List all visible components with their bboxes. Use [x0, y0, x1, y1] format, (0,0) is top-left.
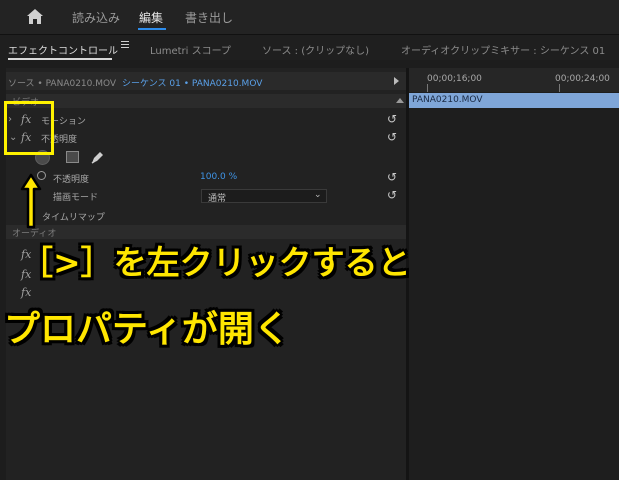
up-arrow-icon: [20, 173, 42, 229]
home-icon[interactable]: [26, 8, 44, 25]
ruler-tick: [559, 84, 560, 92]
annotation-line-1: ［>］を左クリックすると: [20, 243, 411, 282]
collapse-up-icon[interactable]: [396, 98, 404, 103]
reset-icon[interactable]: ↺: [387, 170, 397, 184]
tab-lumetri-scopes[interactable]: Lumetri スコープ: [150, 42, 231, 57]
opacity-value[interactable]: 100.0 %: [200, 172, 237, 182]
timecode-label: 00;00;24;00: [555, 74, 610, 84]
effect-row-motion: › fx モーション ↺: [6, 111, 406, 129]
property-label-opacity: 不透明度: [53, 175, 90, 185]
source-clip-label[interactable]: ソース • PANA0210.MOV: [8, 76, 116, 89]
blend-mode-select[interactable]: 通常 ⌄: [201, 189, 327, 204]
sequence-clip-label[interactable]: シーケンス 01 • PANA0210.MOV: [122, 76, 262, 89]
highlight-box: [4, 101, 54, 155]
chevron-down-icon: ⌄: [314, 190, 322, 200]
workspace-bar: 読み込み 編集 書き出し: [0, 0, 619, 34]
property-label-blend-mode: 描画モード: [53, 193, 99, 203]
property-row-opacity: 不透明度 100.0 % ↺: [6, 169, 406, 187]
reset-icon[interactable]: ↺: [387, 112, 397, 126]
effect-row-time-remap: タイムリマップ: [6, 207, 406, 225]
annotation-line-2: プロパティが開く: [4, 309, 290, 350]
tab-effect-controls[interactable]: エフェクトコントロール: [8, 42, 118, 57]
clip-selector-bar: ソース • PANA0210.MOV シーケンス 01 • PANA0210.M…: [6, 72, 406, 90]
workspace-tab-import[interactable]: 読み込み: [72, 9, 120, 26]
blend-mode-value: 通常: [208, 194, 227, 204]
active-workspace-indicator: [138, 28, 166, 30]
video-section-header: ビデオ: [6, 94, 406, 108]
ruler-tick: [427, 84, 428, 92]
effect-label-time-remap: タイムリマップ: [42, 213, 105, 223]
effect-row-opacity: ⌄ fx 不透明度 ↺: [6, 129, 406, 147]
timeline-clip[interactable]: PANA0210.MOV: [409, 93, 619, 108]
timecode-label: 00;00;16;00: [427, 74, 482, 84]
panel-tab-row: エフェクトコントロール Lumetri スコープ ソース : (クリップなし) …: [0, 34, 619, 60]
active-tab-indicator: [8, 58, 112, 60]
reset-icon[interactable]: ↺: [387, 188, 397, 202]
reset-icon[interactable]: ↺: [387, 130, 397, 144]
workspace-tab-edit[interactable]: 編集: [139, 9, 163, 26]
clip-label: PANA0210.MOV: [412, 95, 483, 105]
tab-source-monitor[interactable]: ソース : (クリップなし): [262, 42, 369, 57]
effect-controls-timeline: 00;00;16;00 00;00;24;00 PANA0210.MOV: [409, 68, 619, 480]
time-ruler[interactable]: 00;00;16;00 00;00;24;00: [409, 68, 619, 92]
tab-audio-clip-mixer[interactable]: オーディオクリップミキサー : シーケンス 01: [401, 42, 605, 57]
play-arrow-icon[interactable]: [394, 77, 399, 85]
fx-icon[interactable]: fx: [21, 286, 31, 299]
workspace-tab-export[interactable]: 書き出し: [185, 9, 233, 26]
pen-mask-icon[interactable]: [89, 149, 105, 165]
panel-menu-icon[interactable]: [121, 41, 129, 48]
rectangle-mask-icon[interactable]: [66, 151, 79, 163]
